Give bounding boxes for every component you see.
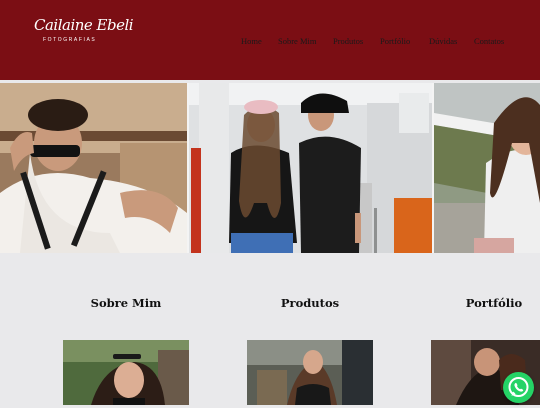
- section-title-produtos: Produtos: [280, 296, 340, 310]
- nav-produtos[interactable]: Produtos: [333, 36, 363, 46]
- site-header: Cailaine Ebeli FOTOGRAFIAS Home Sobre Mi…: [0, 0, 540, 80]
- nav-home[interactable]: Home: [241, 36, 262, 46]
- main-nav: Home Sobre Mim Produtos Portfólio Dúvida…: [0, 36, 540, 48]
- whatsapp-button[interactable]: [503, 372, 534, 403]
- whatsapp-icon: [508, 377, 529, 397]
- gallery-photo-boy[interactable]: [0, 83, 187, 253]
- logo-script: Cailaine Ebeli: [34, 16, 134, 34]
- nav-duvidas[interactable]: Dúvidas: [429, 36, 457, 46]
- gallery-photo-girl[interactable]: [434, 83, 540, 253]
- gallery-photo-couple[interactable]: [189, 83, 432, 253]
- section-title-sobre-mim: Sobre Mim: [90, 296, 162, 310]
- sobre-mim-photo[interactable]: [63, 340, 189, 405]
- section-title-portfolio: Portfólio: [465, 296, 523, 310]
- produtos-photo[interactable]: [247, 340, 373, 405]
- nav-sobre-mim[interactable]: Sobre Mim: [278, 36, 317, 46]
- hero-gallery: [0, 83, 540, 253]
- nav-contatos[interactable]: Contatos: [474, 36, 504, 46]
- nav-portfolio[interactable]: Portfólio: [380, 36, 410, 46]
